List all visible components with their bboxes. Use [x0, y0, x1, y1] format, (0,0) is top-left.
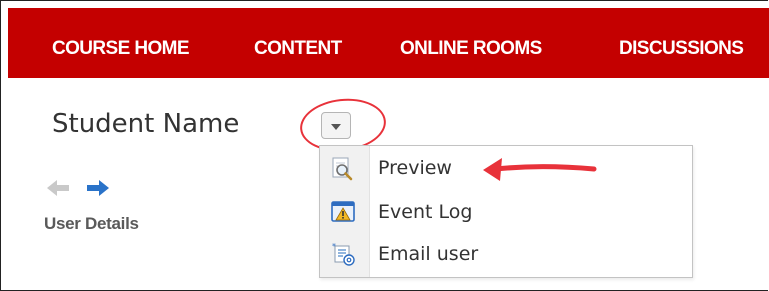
menu-item-event-log[interactable]: Event Log	[320, 192, 692, 232]
user-details-link[interactable]: User Details	[44, 214, 139, 234]
menu-item-label: Email user	[378, 243, 479, 265]
menu-item-email-user[interactable]: * Email user	[320, 234, 692, 274]
email-user-icon: *	[332, 242, 355, 266]
menu-item-label: Event Log	[378, 201, 473, 223]
nav-discussions[interactable]: DISCUSSIONS	[619, 39, 744, 59]
svg-text:*: *	[332, 242, 336, 251]
user-nav-arrows	[47, 180, 109, 196]
arrow-left-icon[interactable]	[47, 180, 69, 196]
arrow-right-icon[interactable]	[87, 180, 109, 196]
menu-item-label: Preview	[378, 157, 452, 179]
nav-course-home[interactable]: COURSE HOME	[52, 39, 190, 59]
page-title: Student Name	[52, 109, 240, 139]
nav-online-rooms[interactable]: ONLINE ROOMS	[400, 39, 542, 59]
nav-content[interactable]: CONTENT	[254, 39, 342, 59]
arrow-pointer-annotation	[483, 158, 597, 181]
warning-icon	[331, 201, 355, 222]
preview-magnifier-icon	[332, 157, 353, 181]
course-navbar: COURSE HOME CONTENT ONLINE ROOMS DISCUSS…	[8, 8, 769, 78]
